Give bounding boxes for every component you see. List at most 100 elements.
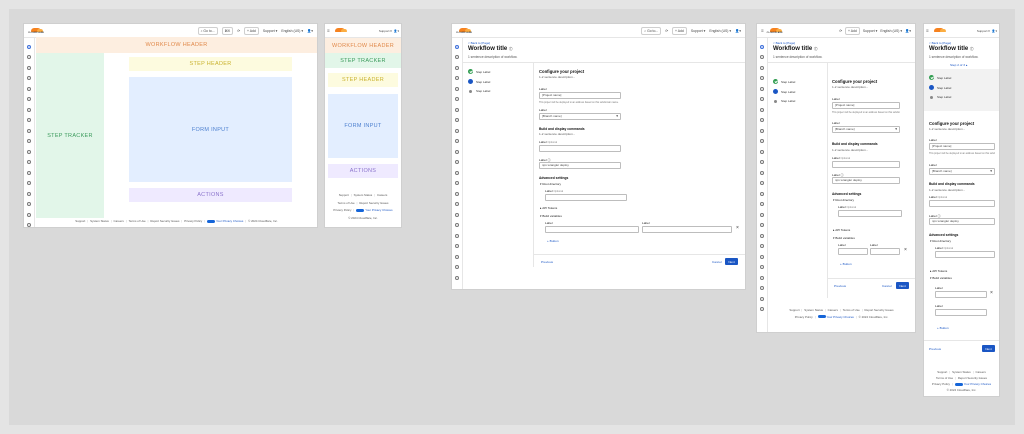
hamburger-icon[interactable]: ≡ bbox=[761, 28, 764, 33]
footer-link-terms[interactable]: Terms of Use bbox=[843, 308, 860, 312]
nav-icon[interactable] bbox=[455, 275, 459, 280]
footer-link-choices[interactable]: Your Privacy Choices bbox=[964, 382, 991, 386]
nav-icon[interactable] bbox=[27, 128, 31, 133]
build-vars-toggle[interactable]: ▾ Build variables bbox=[540, 214, 562, 218]
nav-icon[interactable] bbox=[455, 139, 459, 143]
nav-icon[interactable] bbox=[27, 191, 31, 196]
cancel-button[interactable]: Cancel bbox=[882, 284, 892, 288]
add-button-link[interactable]: + Button bbox=[937, 326, 949, 330]
nav-icon[interactable] bbox=[27, 139, 31, 143]
root-dir-input[interactable] bbox=[935, 251, 995, 258]
search-button[interactable]: ⌕ Go to... bbox=[197, 26, 218, 35]
nav-icon[interactable] bbox=[760, 244, 764, 248]
root-dir-toggle[interactable]: ▾ Root directory bbox=[930, 239, 951, 243]
footer-link-choices[interactable]: Your Privacy Choices bbox=[216, 219, 243, 223]
api-tokens-toggle[interactable]: ▸ API Tokens bbox=[833, 228, 850, 232]
footer-link-report[interactable]: Report Security Issues bbox=[958, 376, 987, 380]
nav-icon[interactable] bbox=[760, 118, 764, 122]
step-item-1[interactable]: Step Label bbox=[773, 79, 795, 84]
command-input[interactable]: npx wrangler deploy bbox=[929, 218, 995, 225]
root-dir-toggle[interactable]: ▾ Root directory bbox=[540, 182, 561, 186]
add-button[interactable]: + Add bbox=[672, 26, 687, 35]
support-menu[interactable]: Support ▾ bbox=[691, 29, 706, 33]
support-menu[interactable]: Support ▾ bbox=[263, 29, 278, 33]
previous-button[interactable]: Previous bbox=[834, 284, 846, 288]
add-button[interactable]: + Add bbox=[244, 26, 259, 35]
hamburger-icon[interactable]: ≡ bbox=[327, 28, 330, 33]
user-icon[interactable]: 👤▾ bbox=[905, 29, 911, 33]
nav-icon[interactable] bbox=[455, 76, 459, 80]
footer-link-careers[interactable]: Careers bbox=[114, 219, 124, 223]
nav-icon[interactable] bbox=[455, 244, 459, 248]
footer-link-support[interactable]: Support bbox=[789, 308, 799, 312]
nav-icon[interactable] bbox=[760, 233, 764, 238]
close-icon[interactable]: × bbox=[736, 225, 739, 231]
nav-icon[interactable] bbox=[455, 65, 459, 70]
nav-icon[interactable] bbox=[27, 107, 31, 112]
step-item-1[interactable]: Step Label bbox=[468, 69, 490, 74]
footer-link-report[interactable]: Report Security Issues bbox=[359, 201, 388, 205]
nav-icon[interactable] bbox=[455, 191, 459, 196]
nav-icon[interactable] bbox=[455, 265, 459, 269]
footer-link-status[interactable]: System Status bbox=[90, 219, 109, 223]
nav-icon[interactable] bbox=[760, 286, 764, 290]
previous-button[interactable]: Previous bbox=[929, 347, 941, 351]
step-item-3[interactable]: Step Label bbox=[929, 95, 951, 99]
nav-icon[interactable] bbox=[27, 65, 31, 70]
nav-icon[interactable] bbox=[760, 212, 764, 217]
language-menu[interactable]: English (US) ▾ bbox=[880, 29, 902, 33]
nav-icon[interactable] bbox=[455, 128, 459, 133]
var-key-input[interactable] bbox=[935, 291, 987, 298]
footer-link-support[interactable]: Support bbox=[937, 370, 947, 374]
nav-icon[interactable] bbox=[27, 118, 31, 122]
optional-input[interactable] bbox=[832, 161, 900, 168]
nav-icon[interactable] bbox=[760, 160, 764, 164]
project-name-input[interactable]: [Project name] bbox=[929, 143, 995, 150]
nav-icon[interactable] bbox=[27, 170, 31, 175]
api-tokens-toggle[interactable]: ▸ API Tokens bbox=[930, 269, 947, 273]
next-button[interactable]: Next bbox=[896, 282, 909, 289]
footer-link-status[interactable]: System Status bbox=[952, 370, 971, 374]
home-icon[interactable] bbox=[27, 44, 31, 49]
previous-button[interactable]: Previous bbox=[541, 260, 553, 264]
user-icon[interactable]: 👤▾ bbox=[735, 29, 741, 33]
footer-link-terms[interactable]: Terms of Use bbox=[338, 201, 355, 205]
nav-icon[interactable] bbox=[760, 191, 764, 196]
nav-icon[interactable] bbox=[455, 223, 459, 227]
footer-link-privacy[interactable]: Privacy Policy bbox=[184, 219, 202, 223]
var-value-input[interactable] bbox=[870, 248, 900, 255]
hamburger-icon[interactable]: ≡ bbox=[926, 28, 929, 33]
nav-icon[interactable] bbox=[760, 181, 764, 185]
nav-icon[interactable] bbox=[455, 254, 459, 259]
step-item-1[interactable]: Step Label bbox=[929, 75, 951, 80]
next-button[interactable]: Next bbox=[725, 258, 738, 265]
branch-select[interactable]: [Branch name] bbox=[539, 113, 621, 120]
breadcrumb[interactable]: < Back to [Page] bbox=[929, 41, 951, 45]
nav-icon[interactable] bbox=[27, 223, 31, 227]
root-dir-input[interactable] bbox=[838, 210, 902, 217]
next-button[interactable]: Next bbox=[982, 345, 995, 352]
nav-icon[interactable] bbox=[27, 149, 31, 154]
nav-icon[interactable] bbox=[760, 307, 764, 311]
nav-icon[interactable] bbox=[27, 181, 31, 185]
nav-icon[interactable] bbox=[760, 275, 764, 280]
info-icon[interactable]: ⓘ bbox=[814, 47, 818, 51]
root-dir-toggle[interactable]: ▾ Root directory bbox=[833, 198, 854, 202]
nav-icon[interactable] bbox=[27, 55, 31, 59]
nav-icon[interactable] bbox=[455, 170, 459, 175]
step-item-3[interactable]: Step Label bbox=[468, 89, 490, 93]
nav-icon[interactable] bbox=[760, 128, 764, 133]
close-icon[interactable]: × bbox=[990, 290, 993, 296]
user-icon[interactable]: 👤▾ bbox=[394, 29, 399, 33]
nav-icon[interactable] bbox=[27, 76, 31, 80]
branch-select[interactable]: [Branch name] bbox=[832, 126, 900, 133]
nav-icon[interactable] bbox=[760, 223, 764, 227]
nav-icon[interactable] bbox=[27, 160, 31, 164]
refresh-icon[interactable]: ⟳ bbox=[665, 29, 668, 33]
user-icon[interactable]: 👤▾ bbox=[307, 29, 313, 33]
var-value-input[interactable] bbox=[935, 309, 987, 316]
footer-link-report[interactable]: Report Security Issues bbox=[865, 308, 894, 312]
support-menu[interactable]: Support ▾ bbox=[863, 29, 878, 33]
nav-icon[interactable] bbox=[455, 202, 459, 206]
info-icon[interactable]: ⓘ bbox=[970, 47, 974, 51]
